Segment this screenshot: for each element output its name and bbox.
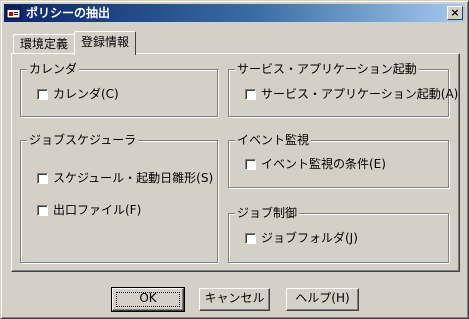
checkbox-schedule-template[interactable]: スケジュール・起動日雛形(S) bbox=[37, 171, 213, 185]
group-scheduler: ジョブスケジューラ スケジュール・起動日雛形(S) 出口ファイル(F) bbox=[20, 133, 218, 263]
title-bar[interactable]: ポリシーの抽出 × bbox=[4, 4, 465, 22]
checkbox-label: スケジュール・起動日雛形(S) bbox=[53, 171, 214, 185]
checkbox-job-folder[interactable]: ジョブフォルダ(J) bbox=[245, 231, 358, 245]
checkbox-box[interactable] bbox=[245, 89, 256, 100]
checkbox-box[interactable] bbox=[245, 159, 256, 170]
checkbox-box[interactable] bbox=[37, 173, 48, 184]
ok-button[interactable]: OK bbox=[111, 287, 185, 312]
tab-registration[interactable]: 登録情報 bbox=[74, 31, 137, 55]
checkbox-box[interactable] bbox=[37, 205, 48, 216]
group-label-event: イベント監視 bbox=[235, 133, 312, 147]
tab-panel: カレンダ カレンダ(C) サービス・アプリケーション起動 サービス・アプリケーシ… bbox=[11, 53, 460, 272]
group-calendar: カレンダ カレンダ(C) bbox=[20, 62, 218, 117]
group-label-scheduler: ジョブスケジューラ bbox=[27, 133, 139, 147]
tab-environment[interactable]: 環境定義 bbox=[13, 34, 76, 54]
close-button[interactable]: × bbox=[447, 6, 463, 20]
group-label-service: サービス・アプリケーション起動 bbox=[235, 62, 419, 76]
group-service: サービス・アプリケーション起動 サービス・アプリケーション起動(A) bbox=[228, 62, 458, 117]
help-button[interactable]: ヘルプ(H) bbox=[286, 288, 359, 311]
group-job: ジョブ制御 ジョブフォルダ(J) bbox=[228, 206, 449, 263]
cancel-button[interactable]: キャンセル bbox=[199, 288, 270, 311]
checkbox-label: 出口ファイル(F) bbox=[53, 203, 142, 217]
checkbox-label: イベント監視の条件(E) bbox=[261, 157, 386, 171]
policy-extract-dialog: ポリシーの抽出 × 環境定義 登録情報 カレンダ カレンダ(C) サービス・アプ… bbox=[0, 0, 469, 319]
group-event: イベント監視 イベント監視の条件(E) bbox=[228, 133, 449, 188]
group-label-calendar: カレンダ bbox=[27, 62, 80, 76]
checkbox-exit-file[interactable]: 出口ファイル(F) bbox=[37, 203, 141, 217]
checkbox-label: サービス・アプリケーション起動(A) bbox=[261, 87, 459, 101]
checkbox-label: ジョブフォルダ(J) bbox=[261, 231, 358, 245]
checkbox-calendar[interactable]: カレンダ(C) bbox=[37, 87, 119, 101]
checkbox-service[interactable]: サービス・アプリケーション起動(A) bbox=[245, 87, 458, 101]
window-title: ポリシーの抽出 bbox=[26, 6, 111, 20]
app-icon bbox=[6, 5, 22, 21]
focus-rect bbox=[116, 292, 180, 307]
group-label-job: ジョブ制御 bbox=[235, 206, 300, 220]
checkbox-label: カレンダ(C) bbox=[53, 87, 119, 101]
checkbox-box[interactable] bbox=[245, 233, 256, 244]
checkbox-box[interactable] bbox=[37, 89, 48, 100]
checkbox-event-condition[interactable]: イベント監視の条件(E) bbox=[245, 157, 386, 171]
